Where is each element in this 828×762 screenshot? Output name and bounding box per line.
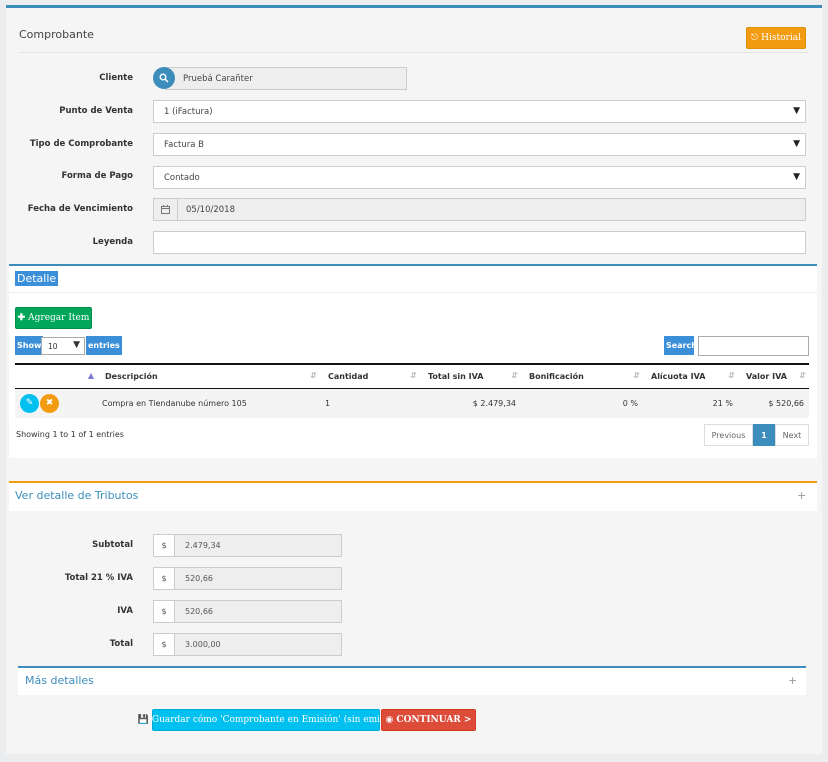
expand-icon[interactable]: + — [797, 489, 806, 502]
inbox-icon: ⎋ — [751, 33, 759, 43]
punto-venta-label: Punto de Venta — [59, 106, 133, 116]
column-header[interactable]: Total sin IVA ⇵ — [420, 363, 521, 389]
column-header[interactable]: Cantidad ⇵ — [320, 363, 420, 389]
iva-label: IVA — [117, 606, 133, 616]
column-header[interactable]: Valor IVA ⇵ — [738, 363, 809, 389]
forma-pago-label: Forma de Pago — [61, 171, 133, 181]
tipo-comprobante-select[interactable]: Factura B ▼ — [153, 133, 806, 156]
cell-valor-iva: $ 520,66 — [738, 388, 809, 418]
table-search-input[interactable] — [698, 336, 809, 356]
punto-venta-value: 1 (iFactura) — [164, 106, 213, 117]
caret-down-icon: ▼ — [793, 172, 800, 182]
tipo-comprobante-value: Factura B — [164, 139, 204, 150]
column-header[interactable]: Alícuota IVA ⇵ — [643, 363, 738, 389]
search-label: Search: — [664, 336, 700, 355]
subtotal-value: 2.479,34 — [174, 534, 342, 557]
historial-button[interactable]: ⎋ Historial — [746, 27, 806, 49]
sort-icon: ⇵ — [799, 371, 806, 380]
entries-label: entries — [86, 336, 122, 355]
subtotal-label: Subtotal — [92, 540, 133, 550]
total-value: 3.000,00 — [174, 633, 342, 656]
punto-venta-select[interactable]: 1 (iFactura) ▼ — [153, 100, 806, 123]
fecha-vencimiento-field[interactable]: 05/10/2018 — [153, 198, 806, 221]
forma-pago-value: Contado — [164, 172, 200, 183]
mas-detalles-panel — [18, 666, 806, 695]
items-table: ▲ Descripción ⇵ Cantidad ⇵ Total sin IVA ⇵ … — [15, 363, 809, 418]
sort-icon: ⇵ — [728, 371, 735, 380]
page-title: Comprobante — [19, 28, 94, 41]
column-header[interactable]: Bonificación ⇵ — [521, 363, 643, 389]
calendar-icon — [154, 199, 178, 220]
tipo-comprobante-label: Tipo de Comprobante — [29, 139, 133, 149]
cliente-value: Pruebá Carañter — [183, 73, 253, 84]
leyenda-label: Leyenda — [92, 237, 133, 247]
sort-icon: ⇵ — [511, 371, 518, 380]
guardar-label: Guardar cómo 'Comprobante en Emisión' (s… — [151, 715, 395, 725]
caret-down-icon: ▼ — [793, 139, 800, 149]
page-1-button[interactable]: 1 — [753, 424, 775, 446]
sort-icon: ⇵ — [633, 371, 640, 380]
show-label: Show — [15, 336, 44, 355]
cell-total-sin-iva: $ 2.479,34 — [420, 388, 521, 418]
tributos-toggle[interactable]: Ver detalle de Tributos — [15, 489, 138, 502]
total-label: Total — [109, 639, 133, 649]
table-info: Showing 1 to 1 of 1 entries — [16, 430, 124, 439]
currency-addon: $ — [153, 633, 175, 656]
page-size-value: 10 — [48, 341, 58, 351]
currency-addon: $ — [153, 567, 175, 590]
fecha-vencimiento-value: 05/10/2018 — [186, 204, 235, 215]
save-icon: 💾 — [137, 715, 149, 725]
fecha-vencimiento-label: Fecha de Vencimiento — [27, 204, 133, 214]
column-header[interactable]: Descripción ⇵ — [97, 363, 320, 389]
expand-icon[interactable]: + — [788, 674, 797, 687]
page-size-select[interactable]: 10 ▼ — [41, 337, 85, 355]
caret-down-icon: ▼ — [793, 106, 800, 116]
detalle-divider — [9, 292, 817, 293]
delete-icon[interactable]: ✖ — [40, 393, 59, 413]
edit-icon[interactable]: ✎ — [20, 393, 39, 413]
header-divider — [19, 52, 809, 53]
continuar-label: CONTINUAR > — [396, 715, 472, 725]
cell-descripcion: Compra en Tiendanube número 105 — [97, 388, 320, 418]
caret-down-icon: ▼ — [73, 340, 80, 350]
cliente-field[interactable]: Pruebá Carañter — [165, 67, 407, 90]
currency-addon: $ — [153, 534, 175, 557]
total-iva-value: 520,66 — [174, 567, 342, 590]
sort-asc-icon: ▲ — [87, 371, 94, 380]
agregar-item-label: Agregar Item — [28, 313, 90, 323]
guardar-button[interactable]: 💾 Guardar cómo 'Comprobante en Emisión' … — [138, 709, 394, 731]
cliente-label: Cliente — [99, 73, 133, 83]
table-row: ✎ ✖ Compra en Tiendanube número 105 1 $ 2… — [15, 388, 809, 418]
sort-icon: ⇵ — [410, 371, 417, 380]
detalle-panel — [9, 264, 817, 458]
search-icon[interactable] — [153, 67, 175, 89]
leyenda-input[interactable] — [153, 231, 806, 254]
column-header-actions[interactable]: ▲ — [15, 363, 97, 389]
agregar-item-button[interactable]: ✚ Agregar Item — [15, 307, 92, 329]
total-iva-label: Total 21 % IVA — [64, 573, 133, 583]
next-button[interactable]: Next — [775, 424, 809, 446]
plus-icon: ✚ — [17, 313, 26, 323]
cell-bonificacion: 0 % — [521, 388, 643, 418]
forma-pago-select[interactable]: Contado ▼ — [153, 166, 806, 189]
iva-value: 520,66 — [174, 600, 342, 623]
currency-addon: $ — [153, 600, 175, 623]
historial-label: Historial — [761, 33, 801, 43]
cell-alicuota: 21 % — [643, 388, 738, 418]
detalle-title: Detalle — [15, 271, 59, 286]
eye-icon: ◉ — [385, 715, 394, 725]
continuar-button[interactable]: ◉ CONTINUAR > — [381, 709, 476, 731]
previous-button[interactable]: Previous — [704, 424, 753, 446]
cell-cantidad: 1 — [320, 388, 420, 418]
sort-icon: ⇵ — [310, 371, 317, 380]
mas-detalles-toggle[interactable]: Más detalles — [25, 674, 94, 687]
